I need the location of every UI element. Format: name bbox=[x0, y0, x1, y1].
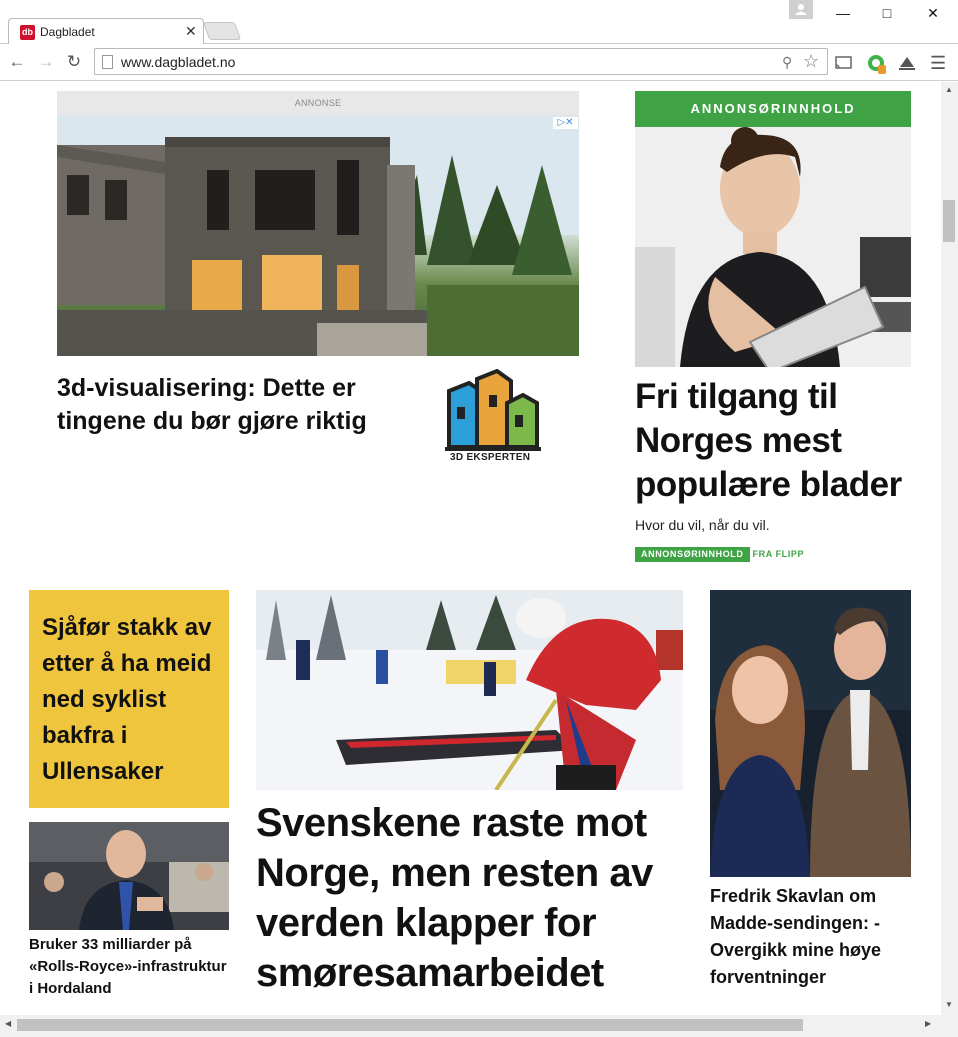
right-story-headline[interactable]: Fredrik Skavlan om Madde-sendingen: - Ov… bbox=[710, 883, 911, 991]
horizontal-scroll-thumb[interactable] bbox=[17, 1019, 803, 1031]
small-story-image[interactable] bbox=[29, 822, 229, 930]
scroll-left-icon[interactable]: ◀ bbox=[5, 1019, 11, 1028]
main-story-image[interactable] bbox=[256, 590, 683, 790]
page-viewport: ANNONSE ▷✕ 3d-visualisering: Dette er ti… bbox=[0, 82, 941, 1015]
scroll-up-icon[interactable]: ▲ bbox=[945, 85, 953, 94]
reload-icon[interactable]: ↻ bbox=[64, 52, 84, 72]
browser-toolbar: ← → ↻ www.dagbladet.no ⚲ ☆ ☰ bbox=[0, 44, 958, 81]
sponsored-header: ANNONSØRINNHOLD bbox=[635, 91, 911, 127]
new-tab-button[interactable] bbox=[202, 22, 242, 40]
cast-icon[interactable] bbox=[834, 53, 854, 73]
url-text[interactable]: www.dagbladet.no bbox=[121, 54, 235, 70]
horizontal-scrollbar[interactable]: ◀ ▶ bbox=[0, 1015, 958, 1037]
back-icon[interactable]: ← bbox=[7, 52, 27, 72]
weather-extension-icon[interactable] bbox=[897, 53, 917, 73]
sponsored-article[interactable]: ANNONSØRINNHOLD Fri tilgang til Norges m… bbox=[635, 91, 911, 566]
address-bar[interactable]: www.dagbladet.no ⚲ ☆ bbox=[94, 48, 828, 75]
zoom-icon[interactable]: ⚲ bbox=[782, 54, 792, 71]
vertical-scroll-thumb[interactable] bbox=[943, 200, 955, 242]
display-ad[interactable]: ANNONSE ▷✕ 3d-visualisering: Dette er ti… bbox=[57, 91, 579, 471]
close-window-button[interactable]: ✕ bbox=[913, 3, 953, 23]
page-icon bbox=[102, 55, 113, 69]
ad-house-image[interactable]: ▷✕ bbox=[57, 115, 579, 356]
browser-tab[interactable]: db Dagbladet ✕ bbox=[8, 18, 204, 45]
sponsored-image[interactable] bbox=[635, 127, 911, 367]
dagbladet-favicon: db bbox=[20, 25, 35, 40]
sponsored-title[interactable]: Fri tilgang til Norges mest populære bla… bbox=[635, 375, 911, 507]
profile-icon[interactable] bbox=[789, 0, 813, 19]
sponsored-tag: ANNONSØRINNHOLD bbox=[635, 547, 750, 562]
ad-headline[interactable]: 3d-visualisering: Dette er tingene du bø… bbox=[57, 372, 437, 438]
yellow-story-card[interactable]: Sjåfør stakk av etter å ha meid ned sykl… bbox=[29, 590, 229, 808]
main-story-headline[interactable]: Svenskene raste mot Norge, men resten av… bbox=[256, 798, 683, 998]
vertical-scrollbar[interactable]: ▲ ▼ bbox=[941, 82, 958, 1015]
right-story-image[interactable] bbox=[710, 590, 911, 877]
scroll-down-icon[interactable]: ▼ bbox=[945, 1000, 953, 1009]
yellow-story-headline[interactable]: Sjåfør stakk av etter å ha meid ned sykl… bbox=[42, 610, 217, 790]
forward-icon[interactable]: → bbox=[36, 52, 56, 72]
extension-icon[interactable] bbox=[866, 53, 886, 74]
title-bar: db Dagbladet ✕ — □ ✕ bbox=[0, 0, 958, 45]
minimize-button[interactable]: — bbox=[823, 3, 863, 23]
maximize-button[interactable]: □ bbox=[867, 3, 907, 23]
sponsored-source: FRA FLIPP bbox=[752, 549, 805, 559]
scroll-right-icon[interactable]: ▶ bbox=[925, 1019, 931, 1028]
tab-close-icon[interactable]: ✕ bbox=[185, 23, 197, 40]
ad-choices-icon[interactable]: ▷✕ bbox=[553, 117, 578, 129]
sponsored-subtitle: Hvor du vil, når du vil. bbox=[635, 517, 770, 533]
main-story[interactable]: Svenskene raste mot Norge, men resten av… bbox=[256, 590, 683, 998]
small-story[interactable]: Bruker 33 milliarder på «Rolls-Royce»-in… bbox=[29, 822, 229, 1000]
sponsored-tags: ANNONSØRINNHOLD FRA FLIPP bbox=[635, 547, 911, 563]
right-story[interactable]: Fredrik Skavlan om Madde-sendingen: - Ov… bbox=[710, 590, 911, 991]
bookmark-star-icon[interactable]: ☆ bbox=[803, 51, 819, 72]
ad-logo-text: 3D EKSPERTEN bbox=[450, 452, 531, 463]
tab-title: Dagbladet bbox=[40, 25, 95, 39]
ad-label: ANNONSE bbox=[57, 91, 579, 115]
menu-icon[interactable]: ☰ bbox=[930, 53, 950, 73]
small-story-headline[interactable]: Bruker 33 milliarder på «Rolls-Royce»-in… bbox=[29, 934, 229, 1000]
